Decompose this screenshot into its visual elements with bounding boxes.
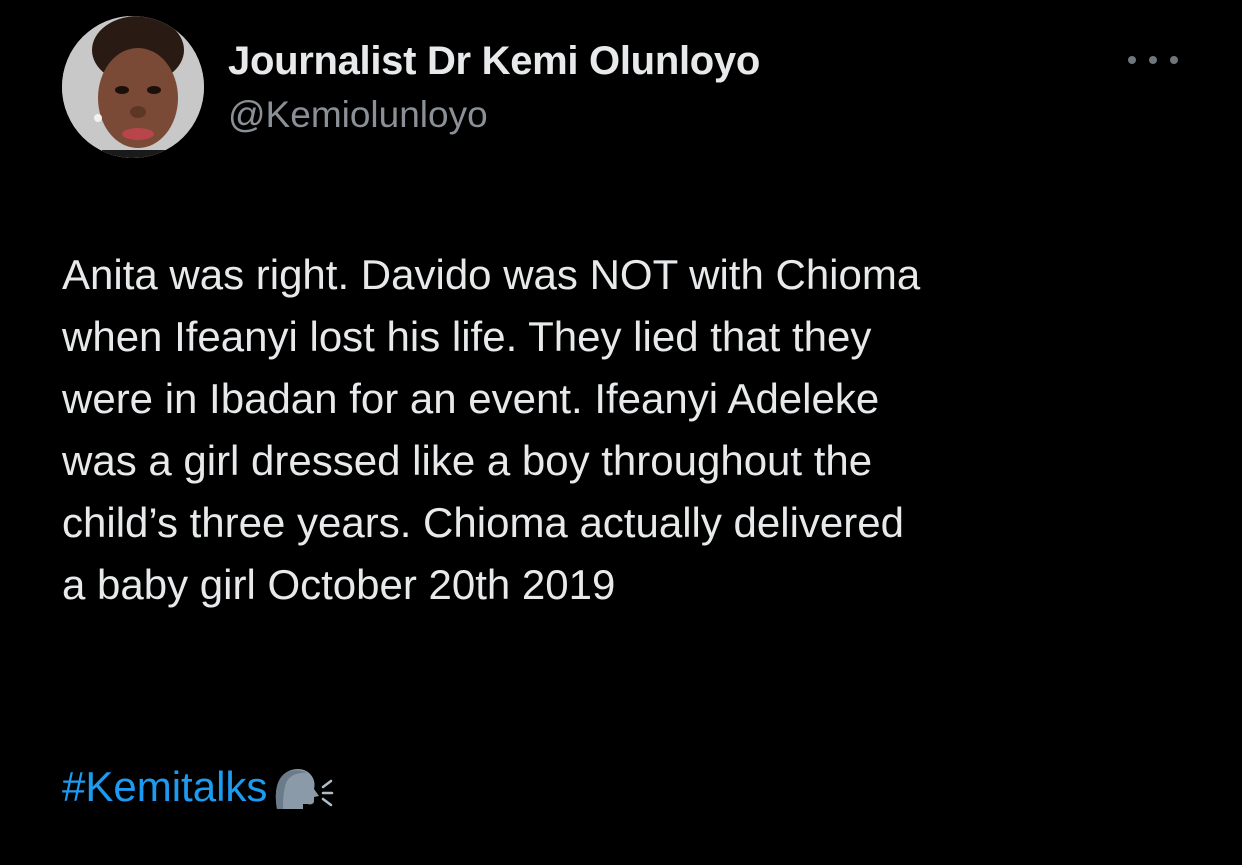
author-handle[interactable]: @Kemiolunloyo — [228, 92, 760, 138]
tweet-text: Anita was right. Davido was NOT with Chi… — [62, 244, 1202, 616]
speaking-head-icon — [276, 769, 334, 809]
dot — [1128, 56, 1136, 64]
tweet-text-line: Anita was right. Davido was NOT with Chi… — [62, 251, 921, 298]
tweet-text-line: were in Ibadan for an event. Ifeanyi Ade… — [62, 375, 880, 422]
avatar-image — [62, 16, 204, 158]
tweet-text-line: a baby girl October 20th 2019 — [62, 561, 616, 608]
tweet-text-line: when Ifeanyi lost his life. They lied th… — [62, 313, 872, 360]
avatar[interactable] — [62, 16, 204, 158]
tweet-text-line: was a girl dressed like a boy throughout… — [62, 437, 873, 484]
author-block: Journalist Dr Kemi Olunloyo @Kemiolunloy… — [228, 38, 760, 138]
dot — [1170, 56, 1178, 64]
hashtag-link[interactable]: #Kemitalks — [62, 756, 267, 818]
dot — [1149, 56, 1157, 64]
more-options-icon[interactable] — [1128, 48, 1178, 72]
hashtag-row: #Kemitalks — [62, 756, 335, 818]
tweet-text-line: child’s three years. Chioma actually del… — [62, 499, 904, 546]
author-display-name[interactable]: Journalist Dr Kemi Olunloyo — [228, 38, 760, 84]
tweet: Journalist Dr Kemi Olunloyo @Kemiolunloy… — [0, 0, 1242, 865]
